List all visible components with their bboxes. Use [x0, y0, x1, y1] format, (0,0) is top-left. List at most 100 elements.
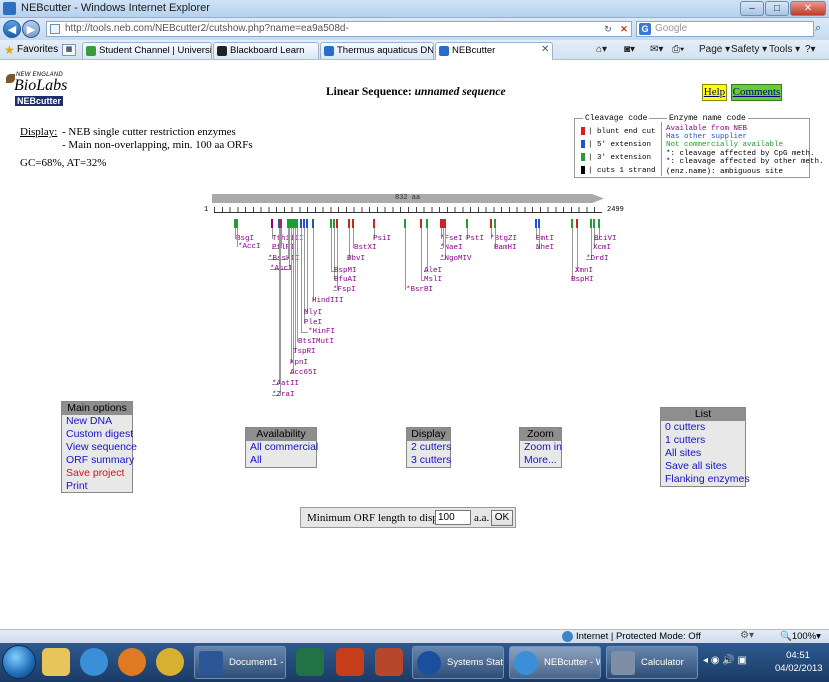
address-url[interactable]: http://tools.neb.com/NEBcutter2/cutshow.… — [65, 23, 349, 34]
stop-icon[interactable]: ✕ — [617, 22, 631, 36]
cut-site-marker[interactable] — [236, 219, 238, 228]
tab-thermus[interactable]: Thermus aquaticus DNA p... — [320, 42, 434, 59]
save-all-sites-link[interactable]: Save all sites — [661, 460, 745, 473]
tools-menu[interactable]: Tools ▾ — [769, 44, 800, 55]
2-cutters-link[interactable]: 2 cutters — [407, 441, 451, 454]
print-icon[interactable]: ⎙▾ — [672, 44, 684, 55]
cut-site-marker[interactable] — [306, 219, 308, 228]
view-sequence-link[interactable]: View sequence — [62, 441, 137, 454]
orf-length-input[interactable] — [435, 510, 471, 525]
cut-site-marker[interactable] — [330, 219, 332, 228]
print-link[interactable]: Print — [62, 480, 132, 493]
cut-site-marker[interactable] — [538, 219, 540, 228]
task-word[interactable]: Document1 - ... — [194, 646, 286, 679]
flanking-enzymes-link[interactable]: Flanking enzymes — [661, 473, 750, 486]
save-project-link[interactable]: Save project — [62, 467, 132, 480]
minimize-button[interactable]: – — [740, 1, 764, 16]
cut-site-marker[interactable] — [303, 219, 305, 228]
all-link[interactable]: All — [246, 454, 316, 467]
feeds-icon[interactable]: ◙▾ — [624, 44, 635, 55]
protected-mode-icon[interactable]: ⚙▾ — [740, 630, 754, 641]
enzyme-label[interactable]: PsiI — [373, 235, 391, 243]
cut-site-marker[interactable] — [271, 219, 273, 228]
start-button[interactable] — [2, 645, 36, 679]
neb-logo[interactable]: NEW ENGLAND BioLabs NEBcutter — [6, 72, 67, 108]
orf-summary-link[interactable]: ORF summary — [62, 454, 134, 467]
comments-button[interactable]: Comments — [731, 84, 782, 101]
enzyme-label[interactable]: *AscI — [270, 265, 293, 273]
favorites-button[interactable]: Favorites — [17, 44, 58, 55]
enzyme-label[interactable]: BfuAI — [334, 276, 357, 284]
cut-site-marker[interactable] — [312, 219, 314, 228]
acrobat-icon[interactable] — [375, 648, 403, 676]
close-tab-icon[interactable]: ✕ — [541, 44, 549, 55]
enzyme-label[interactable]: Acc65I — [290, 369, 317, 377]
task-systems-status[interactable]: Systems Status ... — [412, 646, 504, 679]
page-menu[interactable]: Page ▾ — [699, 44, 730, 55]
forward-button[interactable]: ▶ — [22, 20, 40, 38]
all-commercial-link[interactable]: All commercial — [246, 441, 318, 454]
home-icon[interactable]: ⌂▾ — [596, 44, 607, 55]
cut-site-marker[interactable] — [593, 219, 595, 228]
chrome-icon[interactable] — [156, 648, 184, 676]
all-sites-link[interactable]: All sites — [661, 447, 745, 460]
enzyme-label[interactable]: *FspI — [333, 286, 356, 294]
enzyme-label[interactable]: AleI — [424, 267, 442, 275]
cut-site-marker[interactable] — [296, 219, 298, 228]
enzyme-label[interactable]: TspRI — [293, 348, 316, 356]
cut-site-marker[interactable] — [494, 219, 496, 228]
cut-site-marker[interactable] — [404, 219, 406, 228]
address-bar[interactable]: http://tools.neb.com/NEBcutter2/cutshow.… — [46, 21, 632, 37]
new-dna-link[interactable]: New DNA — [62, 415, 132, 428]
enzyme-label[interactable]: *AatII — [272, 380, 299, 388]
cut-site-marker[interactable] — [279, 219, 281, 228]
enzyme-label[interactable]: BspHI — [571, 276, 594, 284]
cut-site-marker[interactable] — [333, 219, 335, 228]
explorer-icon[interactable] — [42, 648, 70, 676]
powerpoint-icon[interactable] — [336, 648, 364, 676]
enzyme-label[interactable]: BstXI — [354, 244, 377, 252]
tab-blackboard[interactable]: Blackboard Learn — [213, 42, 319, 59]
enzyme-label[interactable]: *DrdI — [586, 255, 609, 263]
cut-site-marker[interactable] — [571, 219, 573, 228]
back-button[interactable]: ◀ — [3, 20, 21, 38]
clock[interactable]: 04:51 04/02/2013 — [775, 649, 823, 675]
enzyme-label[interactable]: *NgoMIV — [440, 255, 472, 263]
enzyme-label[interactable]: BsgI — [236, 235, 254, 243]
enzyme-label[interactable]: *NaeI — [440, 244, 463, 252]
zoom-level[interactable]: 🔍100%▾ — [780, 631, 821, 642]
cut-site-marker[interactable] — [426, 219, 428, 228]
enzyme-label[interactable]: *BsrBI — [406, 286, 433, 294]
close-window-button[interactable]: ✕ — [790, 1, 826, 16]
enzyme-label[interactable]: *AccI — [238, 243, 261, 251]
task-nebcutter[interactable]: NEBcutter - Wi... — [509, 646, 601, 679]
task-calculator[interactable]: Calculator — [606, 646, 698, 679]
cut-site-marker[interactable] — [373, 219, 375, 228]
enzyme-label[interactable]: BbvI — [347, 255, 365, 263]
enzyme-label[interactable]: MlyI — [304, 309, 322, 317]
cut-site-marker[interactable] — [490, 219, 492, 228]
quick-tabs-icon[interactable]: ▦ — [62, 44, 76, 56]
cut-site-marker[interactable] — [352, 219, 354, 228]
zoom-more-link[interactable]: More... — [520, 454, 561, 467]
cut-site-marker[interactable] — [590, 219, 592, 228]
enzyme-label[interactable]: XmnI — [575, 267, 593, 275]
cut-site-marker[interactable] — [598, 219, 600, 228]
enzyme-label[interactable]: BciVI — [594, 235, 617, 243]
search-icon[interactable]: ⌕ — [815, 22, 821, 35]
cut-site-marker[interactable] — [466, 219, 468, 228]
ie-taskbar-icon[interactable] — [80, 648, 108, 676]
cut-site-marker[interactable] — [300, 219, 302, 228]
enzyme-label[interactable]: *HinFI — [308, 328, 335, 336]
enzyme-label[interactable]: BamHI — [494, 244, 517, 252]
enzyme-label[interactable]: PleI — [304, 319, 322, 327]
safety-menu[interactable]: Safety ▾ — [731, 44, 767, 55]
excel-icon[interactable] — [296, 648, 324, 676]
enzyme-label[interactable]: NheI — [536, 244, 554, 252]
cut-site-marker[interactable] — [420, 219, 422, 228]
system-tray[interactable]: ◂ ◉ 🔊 ▣ — [703, 655, 747, 666]
cut-site-marker[interactable] — [444, 219, 446, 228]
custom-digest-link[interactable]: Custom digest — [62, 428, 133, 441]
enzyme-label[interactable]: MslI — [424, 276, 442, 284]
enzyme-label[interactable]: XcmI — [593, 244, 611, 252]
